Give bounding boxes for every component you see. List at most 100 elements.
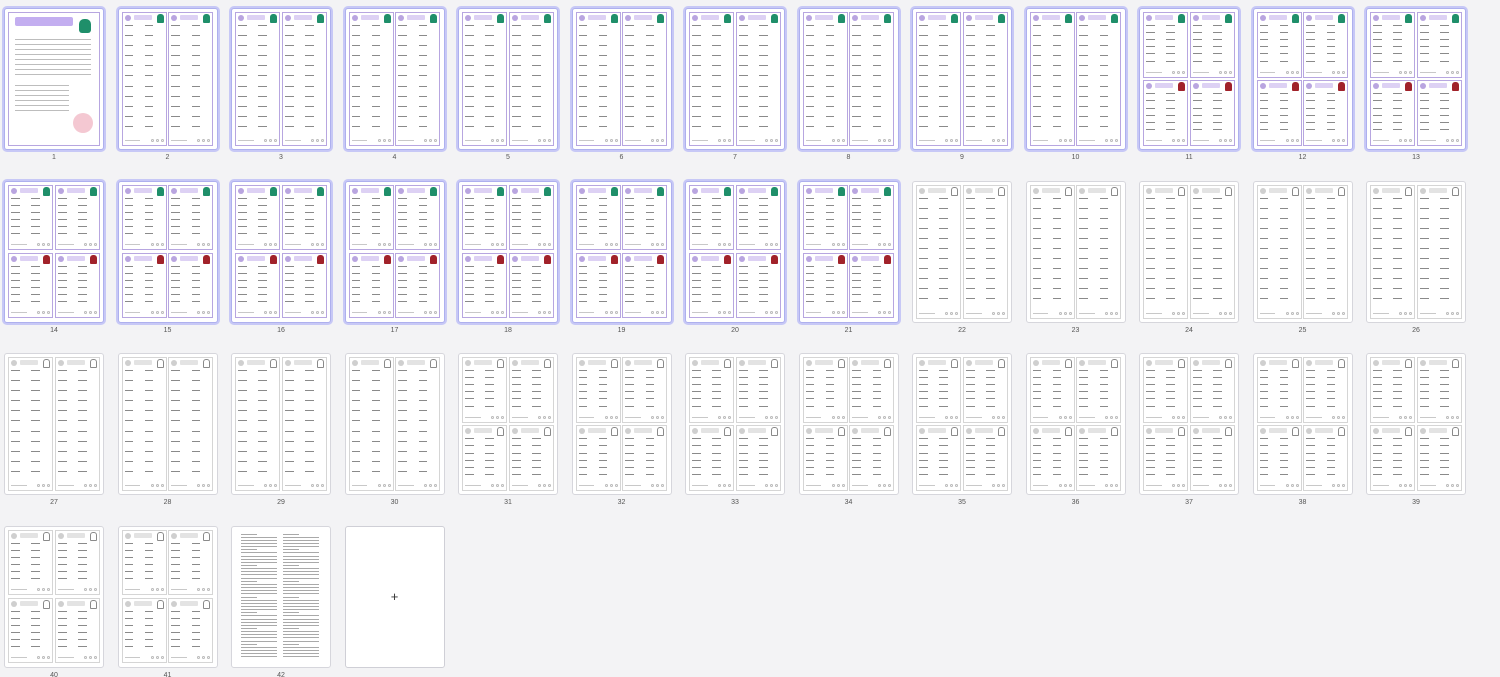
exercise-line bbox=[1079, 75, 1118, 77]
card-footer bbox=[965, 415, 1005, 420]
exercise-line bbox=[1032, 278, 1072, 280]
exercise-line bbox=[965, 217, 1005, 219]
worksheet-card bbox=[1029, 184, 1075, 319]
header-dot bbox=[625, 187, 632, 194]
exercise-lines bbox=[511, 438, 551, 481]
line-segment bbox=[418, 35, 428, 37]
exercise-line bbox=[965, 45, 1005, 47]
exercise-line bbox=[1146, 459, 1185, 461]
page-thumbnail[interactable] bbox=[4, 180, 104, 323]
line-segment bbox=[238, 294, 247, 296]
page-thumbnail[interactable] bbox=[1139, 353, 1239, 495]
line-segment bbox=[939, 65, 948, 67]
rating-circle-icon bbox=[764, 311, 768, 315]
page-thumbnail[interactable] bbox=[231, 8, 331, 150]
line-segment bbox=[305, 287, 314, 289]
line-segment bbox=[1052, 125, 1062, 127]
line-segment bbox=[1326, 46, 1336, 48]
page-thumbnail[interactable] bbox=[117, 353, 218, 495]
line-segment bbox=[124, 610, 134, 612]
line-segment bbox=[124, 233, 134, 235]
page-thumbnail[interactable] bbox=[1366, 353, 1466, 495]
page-thumbnail[interactable] bbox=[1025, 8, 1126, 150]
page-thumbnail[interactable] bbox=[117, 180, 218, 323]
line-segment bbox=[78, 420, 87, 422]
page-thumbnail[interactable] bbox=[4, 8, 104, 150]
line-segment bbox=[1419, 247, 1429, 249]
page-thumbnail[interactable] bbox=[798, 180, 899, 323]
page-thumbnail[interactable] bbox=[685, 180, 785, 323]
exercise-line bbox=[578, 115, 618, 117]
page-thumbnail[interactable] bbox=[344, 8, 445, 150]
header-dot bbox=[171, 187, 178, 194]
answer-line bbox=[282, 634, 319, 636]
line-segment bbox=[11, 610, 20, 612]
page-thumbnail[interactable] bbox=[685, 353, 785, 495]
page-thumbnail[interactable] bbox=[1366, 8, 1466, 150]
page-thumbnail[interactable] bbox=[117, 8, 218, 150]
page-thumbnail[interactable] bbox=[458, 180, 558, 323]
page-thumbnail[interactable] bbox=[4, 525, 104, 668]
worksheet-card bbox=[689, 252, 735, 319]
exercise-line bbox=[238, 370, 277, 371]
line-segment bbox=[144, 25, 154, 26]
header-dot bbox=[1419, 187, 1426, 194]
line-segment bbox=[284, 440, 294, 442]
exercise-line bbox=[124, 25, 164, 26]
card-footer bbox=[852, 415, 892, 420]
header-dot bbox=[852, 428, 859, 435]
page-thumbnail[interactable] bbox=[117, 525, 218, 668]
page-thumbnail[interactable] bbox=[1252, 8, 1353, 150]
page-thumbnail[interactable] bbox=[571, 180, 672, 323]
footer-line bbox=[805, 484, 822, 486]
line-segment bbox=[1306, 288, 1315, 290]
exercise-line bbox=[738, 115, 778, 117]
exercise-line bbox=[919, 384, 958, 386]
page-thumbnail[interactable] bbox=[1252, 353, 1353, 495]
exercise-line bbox=[171, 35, 210, 37]
answer-line bbox=[240, 580, 257, 582]
line-segment bbox=[872, 445, 882, 447]
page-thumbnail[interactable] bbox=[1139, 8, 1239, 150]
page-thumbnail[interactable] bbox=[798, 353, 899, 495]
card-footer bbox=[1419, 483, 1459, 488]
line-segment bbox=[919, 115, 928, 117]
add-page-button[interactable]: + bbox=[344, 525, 445, 668]
page-thumbnail[interactable] bbox=[1252, 180, 1353, 323]
page-thumbnail[interactable] bbox=[912, 353, 1012, 495]
line-segment bbox=[759, 377, 768, 379]
page-thumbnail[interactable] bbox=[571, 353, 672, 495]
line-segment bbox=[191, 549, 201, 551]
line-segment bbox=[144, 301, 154, 303]
page-thumbnail[interactable] bbox=[231, 353, 331, 495]
page-thumbnail[interactable] bbox=[231, 525, 331, 668]
page-thumbnail[interactable] bbox=[458, 353, 558, 495]
footer-line bbox=[1146, 139, 1162, 141]
footer-line bbox=[738, 312, 755, 314]
page-thumbnail[interactable] bbox=[912, 180, 1012, 323]
page-thumbnail[interactable] bbox=[1139, 180, 1239, 323]
rating-circle-icon bbox=[202, 484, 206, 487]
line-segment bbox=[305, 125, 314, 127]
page-thumbnail[interactable] bbox=[344, 353, 445, 495]
page-thumbnail[interactable] bbox=[4, 353, 104, 495]
page-thumbnail[interactable] bbox=[571, 8, 672, 150]
name-box bbox=[520, 428, 539, 434]
page-content bbox=[575, 12, 668, 146]
page-thumbnail[interactable] bbox=[1366, 180, 1466, 323]
page-thumbnail[interactable] bbox=[458, 8, 558, 150]
exercise-line bbox=[852, 377, 891, 379]
header-dot bbox=[171, 15, 178, 21]
exercise-line bbox=[171, 75, 210, 77]
character-icon bbox=[156, 186, 164, 196]
page-thumbnail[interactable] bbox=[1025, 180, 1126, 323]
page-thumbnail[interactable] bbox=[344, 180, 445, 323]
page-thumbnail[interactable] bbox=[231, 180, 331, 323]
page-thumbnail[interactable] bbox=[912, 8, 1012, 150]
line-segment bbox=[1213, 237, 1222, 239]
rating-circle-icon bbox=[83, 311, 87, 315]
page-thumbnail[interactable] bbox=[1025, 353, 1126, 495]
page-thumbnail[interactable] bbox=[685, 8, 785, 150]
character-icon bbox=[657, 186, 665, 196]
page-thumbnail[interactable] bbox=[798, 8, 899, 150]
